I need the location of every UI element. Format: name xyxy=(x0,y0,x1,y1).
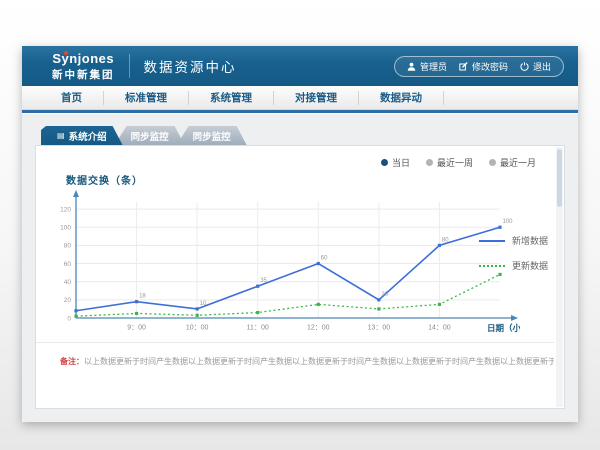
data-point xyxy=(74,315,77,318)
chart-legend: 新增数据 更新数据 xyxy=(479,234,548,272)
y-tick-label: 60 xyxy=(64,261,72,268)
note-text: 以上数据更新于时间产生数据以上数据更新于时间产生数据以上数据更新于时间产生数据以… xyxy=(84,357,554,366)
logo-text-cn: 新中新集团 xyxy=(52,70,115,81)
document-icon: ▤ xyxy=(57,132,65,140)
nav-accent-bar xyxy=(22,110,578,113)
content-area: ▤ 系统介绍 同步监控 同步监控 当日 最近一周 xyxy=(22,114,578,422)
logout-button[interactable]: 退出 xyxy=(520,60,551,73)
data-point xyxy=(256,311,259,314)
radio-today[interactable]: 当日 xyxy=(381,156,410,169)
x-tick-label: 10：00 xyxy=(186,325,209,332)
radio-last-month[interactable]: 最近一月 xyxy=(489,156,536,169)
nav-item-interface-mgmt[interactable]: 对接管理 xyxy=(274,91,359,105)
data-point xyxy=(317,303,320,306)
data-point xyxy=(74,309,77,312)
radio-last-week[interactable]: 最近一周 xyxy=(426,156,473,169)
logo-text-en: Synjones xyxy=(52,52,114,65)
chart-y-axis-title: 数据交换（条） xyxy=(66,172,143,187)
data-point xyxy=(438,244,441,247)
scrollbar-thumb[interactable] xyxy=(557,149,562,207)
tab-sync-monitor-2[interactable]: 同步监控 xyxy=(177,126,247,145)
nav-item-system-mgmt[interactable]: 系统管理 xyxy=(189,91,274,105)
x-tick-label: 14：00 xyxy=(428,325,451,332)
radio-dot-icon xyxy=(426,159,433,166)
data-point xyxy=(377,298,380,301)
edit-icon xyxy=(459,62,468,71)
nav-item-home[interactable]: 首页 xyxy=(40,91,104,105)
app-header: Synjones 新中新集团 数据资源中心 管理员 修改密码 xyxy=(22,46,578,86)
header-divider xyxy=(129,54,130,78)
panel-scrollbar[interactable] xyxy=(556,147,563,407)
tab-bar: ▤ 系统介绍 同步监控 同步监控 xyxy=(41,126,565,145)
radio-dot-icon xyxy=(381,159,388,166)
blue-line-swatch-icon xyxy=(479,240,505,242)
admin-button[interactable]: 管理员 xyxy=(407,60,447,73)
data-point xyxy=(498,273,501,276)
y-tick-label: 20 xyxy=(64,297,72,304)
x-tick-label: 12：00 xyxy=(307,325,330,332)
radio-dot-icon xyxy=(489,159,496,166)
y-tick-label: 40 xyxy=(64,279,72,286)
data-point xyxy=(438,303,441,306)
nav-item-data-change[interactable]: 数据异动 xyxy=(359,91,444,105)
legend-item-new-data[interactable]: 新增数据 xyxy=(479,234,548,247)
green-dotted-swatch-icon xyxy=(479,265,505,267)
logo: Synjones 新中新集团 xyxy=(52,51,115,81)
point-value-label: 10 xyxy=(200,301,207,307)
point-value-label: 60 xyxy=(321,256,328,262)
point-value-label: 35 xyxy=(260,278,267,284)
app-title: 数据资源中心 xyxy=(144,56,237,76)
x-tick-label: 13：00 xyxy=(368,325,391,332)
y-tick-label: 0 xyxy=(67,315,71,322)
x-tick-label: 11：00 xyxy=(247,325,269,332)
data-point xyxy=(256,285,259,288)
footer-note: 备注：以上数据更新于时间产生数据以上数据更新于时间产生数据以上数据更新于时间产生… xyxy=(36,342,554,367)
x-tick-label: 9：00 xyxy=(127,325,146,332)
data-point xyxy=(196,307,199,310)
y-tick-label: 120 xyxy=(60,206,71,213)
time-range-selector: 当日 最近一周 最近一月 xyxy=(381,156,536,169)
power-icon xyxy=(520,62,529,71)
note-label: 备注： xyxy=(60,357,84,366)
nav-item-standard-mgmt[interactable]: 标准管理 xyxy=(104,91,189,105)
tab-sync-monitor-1[interactable]: 同步监控 xyxy=(115,126,185,145)
user-toolbar: 管理员 修改密码 退出 xyxy=(394,56,564,77)
y-tick-label: 100 xyxy=(60,225,71,232)
data-point xyxy=(377,307,380,310)
y-axis-arrow-icon xyxy=(73,190,79,197)
data-point xyxy=(135,300,138,303)
data-point xyxy=(498,226,501,229)
point-value-label: 100 xyxy=(503,219,514,225)
chart-x-axis-title: 日期（小时） xyxy=(487,323,520,333)
tab-system-intro[interactable]: ▤ 系统介绍 xyxy=(41,126,123,145)
point-value-label: 20 xyxy=(381,292,388,298)
desktop-background: { "header": { "logo_top": "Synjones", "l… xyxy=(0,0,600,450)
main-nav: 首页 标准管理 系统管理 对接管理 数据异动 xyxy=(22,86,578,110)
x-axis-arrow-icon xyxy=(511,315,518,321)
data-point xyxy=(196,314,199,317)
data-point xyxy=(135,312,138,315)
y-tick-label: 80 xyxy=(64,243,72,250)
point-value-label: 80 xyxy=(442,237,449,243)
data-point xyxy=(317,262,320,265)
chart-panel: 当日 最近一周 最近一月 数据交换（条） 0 20 40 60 80 100 120 9：00… xyxy=(35,145,565,409)
chart-container: 0 20 40 60 80 100 120 9：00 10：00 11：00 12：00 13：00 1… xyxy=(40,188,520,345)
change-password-button[interactable]: 修改密码 xyxy=(459,60,508,73)
data-exchange-line-chart: 0 20 40 60 80 100 120 9：00 10：00 11：00 12：00 13：00 1… xyxy=(40,188,520,340)
legend-item-updated-data[interactable]: 更新数据 xyxy=(479,259,548,272)
app-window: Synjones 新中新集团 数据资源中心 管理员 修改密码 xyxy=(22,46,578,422)
point-value-label: 18 xyxy=(139,294,146,300)
user-icon xyxy=(407,62,416,71)
